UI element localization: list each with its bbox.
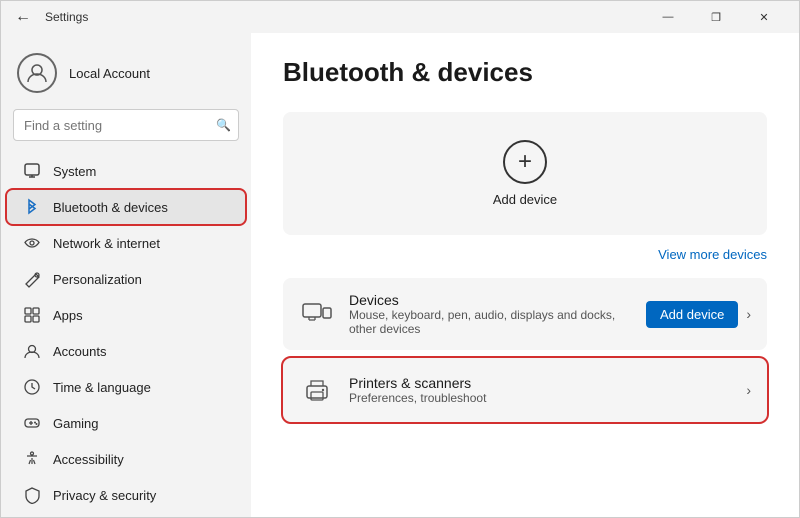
- devices-row[interactable]: Devices Mouse, keyboard, pen, audio, dis…: [283, 278, 767, 350]
- main-panel: Bluetooth & devices + Add device View mo…: [251, 33, 799, 517]
- maximize-button[interactable]: ❐: [693, 1, 739, 33]
- sidebar-item-system[interactable]: System: [7, 154, 245, 188]
- bluetooth-icon: [23, 198, 41, 216]
- minimize-button[interactable]: —: [645, 1, 691, 33]
- app-title: Settings: [45, 10, 88, 24]
- sidebar-label-system: System: [53, 164, 96, 179]
- main-content: Local Account 🔍 System: [1, 33, 799, 517]
- sidebar-label-time: Time & language: [53, 380, 151, 395]
- search-icon: 🔍: [216, 118, 231, 132]
- page-title: Bluetooth & devices: [283, 57, 767, 88]
- titlebar-left: ← Settings: [9, 6, 88, 28]
- add-device-label: Add device: [493, 192, 557, 207]
- personalization-icon: [23, 270, 41, 288]
- back-button[interactable]: ←: [9, 6, 37, 28]
- printers-info: Printers & scanners Preferences, trouble…: [349, 375, 732, 405]
- sidebar-item-time[interactable]: Time & language: [7, 370, 245, 404]
- network-icon: [23, 234, 41, 252]
- view-more-container: View more devices: [283, 247, 767, 262]
- view-more-link[interactable]: View more devices: [658, 247, 767, 262]
- search-input[interactable]: [13, 109, 239, 141]
- avatar: [17, 53, 57, 93]
- sidebar-label-network: Network & internet: [53, 236, 160, 251]
- sidebar-item-accounts[interactable]: Accounts: [7, 334, 245, 368]
- accessibility-icon: [23, 450, 41, 468]
- search-box: 🔍: [13, 109, 239, 141]
- printers-chevron-icon: ›: [746, 382, 751, 398]
- sidebar-label-accessibility: Accessibility: [53, 452, 124, 467]
- sidebar-label-apps: Apps: [53, 308, 83, 323]
- sidebar-item-network[interactable]: Network & internet: [7, 226, 245, 260]
- sidebar-label-privacy: Privacy & security: [53, 488, 156, 503]
- sidebar-item-apps[interactable]: Apps: [7, 298, 245, 332]
- settings-window: ← Settings — ❐ ✕ Local Account: [0, 0, 800, 518]
- time-icon: [23, 378, 41, 396]
- printers-title: Printers & scanners: [349, 375, 732, 391]
- accounts-icon: [23, 342, 41, 360]
- sidebar-item-bluetooth[interactable]: Bluetooth & devices: [7, 190, 245, 224]
- gaming-icon: [23, 414, 41, 432]
- printers-row[interactable]: Printers & scanners Preferences, trouble…: [283, 358, 767, 422]
- close-button[interactable]: ✕: [741, 1, 787, 33]
- devices-add-button[interactable]: Add device: [646, 301, 738, 328]
- sidebar-label-accounts: Accounts: [53, 344, 106, 359]
- sidebar-item-gaming[interactable]: Gaming: [7, 406, 245, 440]
- sidebar-label-bluetooth: Bluetooth & devices: [53, 200, 168, 215]
- devices-title: Devices: [349, 292, 632, 308]
- devices-chevron-icon: ›: [746, 306, 751, 322]
- sidebar-item-accessibility[interactable]: Accessibility: [7, 442, 245, 476]
- privacy-icon: [23, 486, 41, 504]
- sidebar: Local Account 🔍 System: [1, 33, 251, 517]
- sidebar-label-personalization: Personalization: [53, 272, 142, 287]
- devices-info: Devices Mouse, keyboard, pen, audio, dis…: [349, 292, 632, 336]
- printers-subtitle: Preferences, troubleshoot: [349, 391, 732, 405]
- sidebar-item-personalization[interactable]: Personalization: [7, 262, 245, 296]
- devices-icon: [299, 296, 335, 332]
- system-icon: [23, 162, 41, 180]
- titlebar-controls: — ❐ ✕: [645, 1, 787, 33]
- sidebar-item-privacy[interactable]: Privacy & security: [7, 478, 245, 512]
- user-name: Local Account: [69, 66, 150, 81]
- apps-icon: [23, 306, 41, 324]
- titlebar: ← Settings — ❐ ✕: [1, 1, 799, 33]
- sidebar-label-gaming: Gaming: [53, 416, 99, 431]
- add-device-card[interactable]: + Add device: [283, 112, 767, 235]
- add-device-plus-icon: +: [503, 140, 547, 184]
- printers-icon: [299, 372, 335, 408]
- user-section: Local Account: [1, 41, 251, 109]
- devices-actions: Add device ›: [646, 301, 751, 328]
- devices-subtitle: Mouse, keyboard, pen, audio, displays an…: [349, 308, 632, 336]
